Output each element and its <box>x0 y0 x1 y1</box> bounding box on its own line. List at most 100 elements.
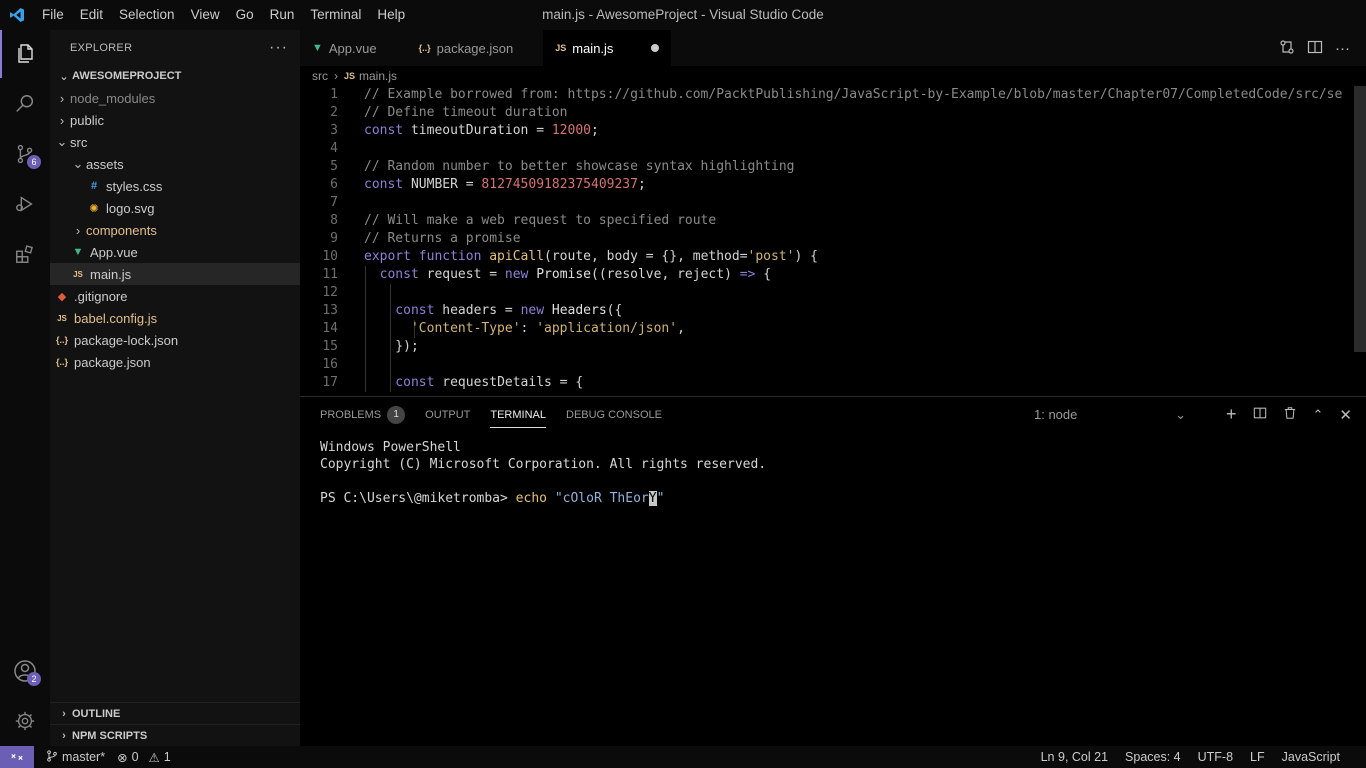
more-actions-icon[interactable]: ··· <box>1335 40 1350 57</box>
file-item[interactable]: ▼ App.vue <box>50 241 300 263</box>
indent-guide <box>365 356 366 374</box>
extensions-icon[interactable] <box>0 230 50 278</box>
panel-tab-output[interactable]: OUTPUT <box>425 397 470 432</box>
line-number: 2 <box>330 105 338 120</box>
terminal-output[interactable]: Windows PowerShell Copyright (C) Microsof… <box>300 432 1366 514</box>
accounts-icon[interactable]: 2 <box>0 647 50 695</box>
breadcrumb-file[interactable]: main.js <box>359 69 397 83</box>
folder-item[interactable]: › node_modules <box>50 87 300 109</box>
folder-item[interactable]: › public <box>50 109 300 131</box>
code-token: Promise <box>536 267 592 282</box>
trash-icon[interactable] <box>1283 406 1297 423</box>
panel-tab-label: OUTPUT <box>425 408 471 421</box>
problems-indicator[interactable]: ⊗ 0 ⚠ 1 <box>117 750 171 765</box>
close-panel-icon[interactable]: ✕ <box>1339 406 1352 424</box>
file-item[interactable]: JS babel.config.js <box>50 307 300 329</box>
maximize-panel-icon[interactable]: ⌃ <box>1313 407 1324 423</box>
unsaved-dot-icon[interactable] <box>651 44 660 52</box>
file-item[interactable]: ✺ logo.svg <box>50 197 300 219</box>
new-terminal-icon[interactable]: + <box>1226 404 1237 425</box>
menu-view[interactable]: View <box>183 0 228 30</box>
line-content: export function apiCall(route, body = {}… <box>364 248 818 266</box>
warning-count: 1 <box>163 750 171 764</box>
menu-file[interactable]: File <box>34 0 72 30</box>
code-line: 9 // Returns a promise <box>300 230 1366 248</box>
line-number: 10 <box>322 249 338 264</box>
activity-bar: 6 2 <box>0 30 50 746</box>
code-line: 15 }); <box>300 338 1366 356</box>
file-item[interactable]: # styles.css <box>50 175 300 197</box>
outline-section[interactable]: › OUTLINE <box>50 702 300 724</box>
cursor-position[interactable]: Ln 9, Col 21 <box>1041 750 1108 764</box>
js-file-icon: JS <box>344 71 356 81</box>
menu-selection[interactable]: Selection <box>111 0 183 30</box>
chevron-down-icon: ⌄ <box>1175 406 1186 422</box>
branch-indicator[interactable]: master* <box>46 749 105 765</box>
code-token: // Random number to better showcase synt… <box>364 159 795 174</box>
source-control-icon[interactable]: 6 <box>0 130 50 178</box>
breadcrumb-folder[interactable]: src <box>312 69 328 83</box>
editor-scrollbar[interactable] <box>1354 86 1366 352</box>
line-number: 11 <box>322 267 338 282</box>
code-token: // Returns a promise <box>364 231 521 246</box>
file-item[interactable]: {..} package-lock.json <box>50 329 300 351</box>
terminal-prompt: PS C:\Users\@miketromba> <box>320 491 516 506</box>
folder-item[interactable]: ⌄ assets <box>50 153 300 175</box>
split-terminal-icon[interactable] <box>1253 406 1267 423</box>
code-line: 2 // Define timeout duration <box>300 104 1366 122</box>
folder-item[interactable]: › components <box>50 219 300 241</box>
menu-edit[interactable]: Edit <box>72 0 111 30</box>
panel-tab-problems[interactable]: PROBLEMS 1 <box>320 397 406 432</box>
code-token: ((resolve, reject) <box>591 267 740 282</box>
menu-run[interactable]: Run <box>262 0 303 30</box>
tab-app-vue[interactable]: ▼ App.vue <box>300 30 407 66</box>
terminal-arg: "cOloR ThEor <box>554 491 649 506</box>
code-token: ; <box>591 123 599 138</box>
code-editor[interactable]: 1 // Example borrowed from: https://githu… <box>300 86 1366 395</box>
menu-terminal[interactable]: Terminal <box>302 0 369 30</box>
code-token: ; <box>637 177 646 192</box>
file-item[interactable]: {..} package.json <box>50 351 300 373</box>
panel-tab-terminal[interactable]: TERMINAL <box>490 397 546 432</box>
code-token: 'post' <box>747 249 795 264</box>
menu-help[interactable]: Help <box>369 0 413 30</box>
file-item[interactable]: JS main.js <box>50 263 300 285</box>
tab-label: main.js <box>572 40 614 56</box>
code-token: apiCall <box>489 249 545 264</box>
open-changes-icon[interactable] <box>1279 39 1295 58</box>
run-debug-icon[interactable] <box>0 180 50 228</box>
code-token: ) { <box>794 249 818 264</box>
language-mode[interactable]: JavaScript <box>1282 750 1340 764</box>
project-root[interactable]: ⌄ AWESOMEPROJECT <box>50 65 300 87</box>
tree-item-label: App.vue <box>90 244 138 260</box>
code-line: 13 const headers = new Headers({ <box>300 302 1366 320</box>
panel-tab-debug-console[interactable]: DEBUG CONSOLE <box>566 397 662 432</box>
folder-item[interactable]: ⌄ src <box>50 131 300 153</box>
encoding[interactable]: UTF-8 <box>1198 750 1233 764</box>
more-actions-icon[interactable]: ··· <box>269 39 288 57</box>
settings-gear-icon[interactable] <box>0 697 50 745</box>
code-token: const <box>364 123 411 138</box>
remote-icon[interactable] <box>0 746 34 768</box>
tab-main-js[interactable]: JS main.js <box>543 30 672 66</box>
line-content: 'Content-Type': 'application/json', <box>364 320 685 338</box>
split-editor-icon[interactable] <box>1307 39 1323 58</box>
chevron-down-icon: ⌄ <box>59 70 69 83</box>
line-ending[interactable]: LF <box>1250 750 1265 764</box>
git-branch-icon <box>46 749 58 765</box>
outline-label: OUTLINE <box>72 707 121 720</box>
explorer-icon[interactable] <box>0 30 50 78</box>
indentation[interactable]: Spaces: 4 <box>1125 750 1181 764</box>
code-token: // Example borrowed from: https://github… <box>364 87 1343 102</box>
status-bar: master* ⊗ 0 ⚠ 1 Ln 9, Col 21 Spaces: 4 U… <box>0 746 1366 768</box>
tree-item-label: .gitignore <box>74 288 128 304</box>
search-icon[interactable] <box>0 80 50 128</box>
file-item[interactable]: ◆ .gitignore <box>50 285 300 307</box>
json-file-icon: {..} <box>55 335 68 345</box>
menu-go[interactable]: Go <box>228 0 262 30</box>
npm-scripts-section[interactable]: › NPM SCRIPTS <box>50 724 300 746</box>
bottom-panel: PROBLEMS 1 OUTPUT TERMINAL DEBUG CONSOLE 1: … <box>300 396 1366 746</box>
code-line: 14 'Content-Type': 'application/json', <box>300 320 1366 338</box>
terminal-select[interactable]: 1: node ⌄ <box>1034 397 1186 432</box>
tab-package-json[interactable]: {..} package.json <box>406 30 544 66</box>
